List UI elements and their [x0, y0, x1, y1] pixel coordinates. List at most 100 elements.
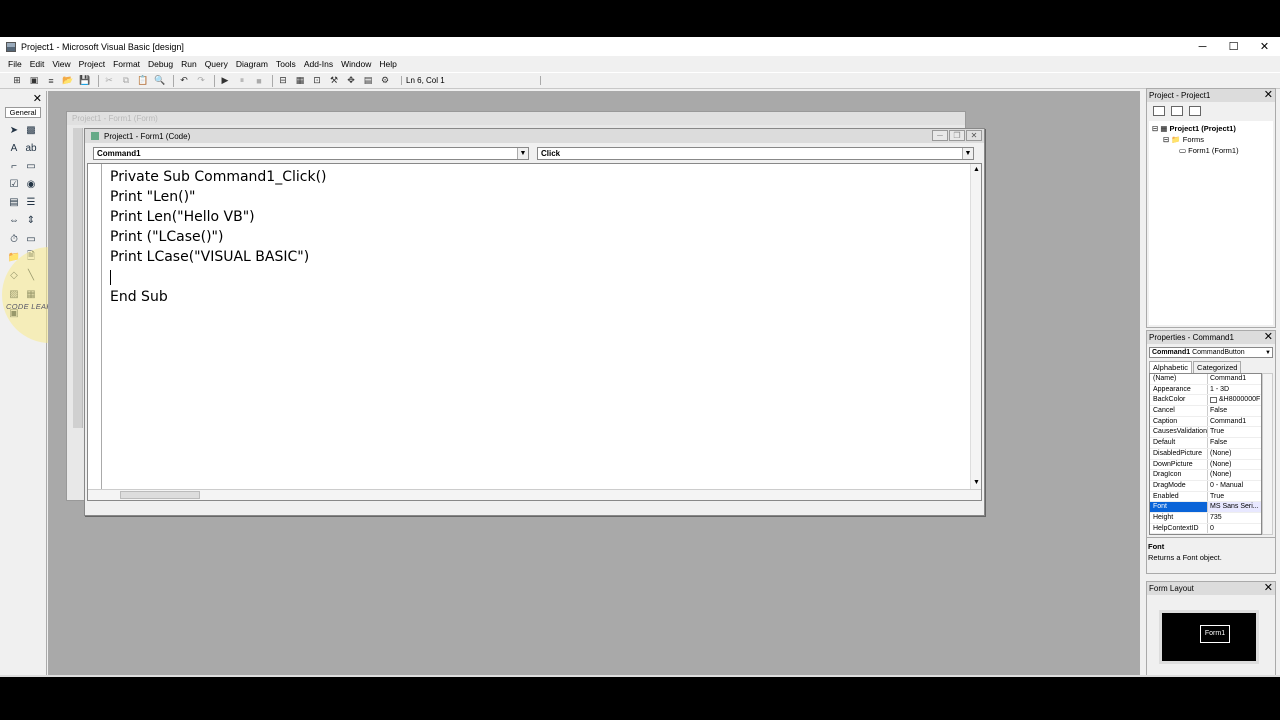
tree-item-form1[interactable]: ▭ Form1 (Form1) — [1179, 146, 1239, 155]
property-value[interactable]: (None) — [1208, 449, 1261, 459]
menu-project[interactable]: Project — [79, 59, 105, 69]
menu-diagram[interactable]: Diagram — [236, 59, 268, 69]
toolbox-close-icon[interactable]: ✕ — [33, 92, 42, 105]
open-project-icon[interactable]: 📂 — [61, 75, 75, 87]
form-window-title[interactable]: Project1 - Form1 (Form) — [67, 112, 965, 125]
minimize-button[interactable]: ─ — [1187, 37, 1218, 56]
scroll-down-icon[interactable]: ▼ — [973, 479, 980, 486]
project-explorer-icon[interactable]: ⊟ — [276, 75, 290, 87]
property-value[interactable]: 0 — [1208, 524, 1261, 534]
copy-icon[interactable]: ⧉ — [119, 75, 133, 87]
menu-file[interactable]: File — [8, 59, 22, 69]
property-row[interactable]: DragIcon (None) — [1150, 470, 1261, 481]
property-row[interactable]: Cancel False — [1150, 406, 1261, 417]
checkbox-tool-icon[interactable]: ☑ — [8, 178, 20, 190]
add-project-icon[interactable]: ⊞ — [10, 75, 24, 87]
menu-run[interactable]: Run — [181, 59, 197, 69]
code-close-icon[interactable]: ✕ — [966, 130, 982, 141]
timer-tool-icon[interactable]: ⏱ — [8, 233, 20, 245]
properties-window-icon[interactable]: ▦ — [293, 75, 307, 87]
properties-scrollbar[interactable] — [1262, 373, 1273, 535]
undo-icon[interactable]: ↶ — [177, 75, 191, 87]
property-value[interactable]: False — [1208, 438, 1261, 448]
property-value[interactable]: (None) — [1208, 470, 1261, 480]
code-text[interactable]: Private Sub Command1_Click() Print "Len(… — [110, 167, 327, 307]
menu-editor-icon[interactable]: ≡ — [44, 75, 58, 87]
close-icon[interactable]: ✕ — [1264, 89, 1273, 102]
menu-help[interactable]: Help — [379, 59, 396, 69]
property-row[interactable]: BackColor &H8000000F — [1150, 395, 1261, 407]
tree-item-forms[interactable]: ⊟ 📁 Forms — [1163, 135, 1204, 144]
property-row[interactable]: HelpContextID 0 — [1150, 523, 1261, 535]
property-row[interactable]: Height 735 — [1150, 512, 1261, 524]
hscrollbar-tool-icon[interactable]: ⇔ — [8, 214, 20, 226]
editor-horizontal-scrollbar[interactable] — [88, 489, 981, 500]
paste-icon[interactable]: 📋 — [136, 75, 150, 87]
frame-tool-icon[interactable]: ⌐ — [8, 160, 20, 172]
project-explorer-header[interactable]: Project - Project1 ✕ — [1147, 89, 1275, 102]
property-value[interactable]: True — [1208, 492, 1261, 502]
label-tool-icon[interactable]: A — [8, 142, 20, 154]
cut-icon[interactable]: ✂ — [102, 75, 116, 87]
toolbox-general-tab[interactable]: General — [5, 107, 41, 118]
commandbutton-tool-icon[interactable]: ▭ — [25, 160, 37, 172]
textbox-tool-icon[interactable]: ab — [25, 142, 37, 154]
save-project-icon[interactable]: 💾 — [78, 75, 92, 87]
close-icon[interactable]: ✕ — [1264, 582, 1273, 595]
property-value[interactable]: Command1 — [1208, 374, 1261, 384]
menu-edit[interactable]: Edit — [30, 59, 45, 69]
form-designer-body[interactable] — [73, 128, 83, 428]
property-row[interactable]: Font MS Sans Seri... — [1150, 502, 1261, 513]
start-icon[interactable]: ▶ — [218, 75, 232, 87]
property-row[interactable]: (Name) Command1 — [1150, 374, 1261, 385]
object-browser-icon[interactable]: ⚒ — [327, 75, 341, 87]
menu-add-ins[interactable]: Add-Ins — [304, 59, 333, 69]
vscrollbar-tool-icon[interactable]: ⇕ — [25, 214, 37, 226]
pointer-tool-icon[interactable]: ➤ — [8, 124, 20, 136]
code-window-titlebar[interactable]: Project1 - Form1 (Code) ─ ❐ ✕ — [85, 129, 984, 143]
code-restore-icon[interactable]: ❐ — [949, 130, 965, 141]
combobox-tool-icon[interactable]: ▤ — [8, 196, 20, 208]
editor-vertical-scrollbar[interactable]: ▲ ▼ — [970, 164, 981, 500]
code-line-cursor[interactable] — [110, 267, 327, 287]
code-line[interactable]: Private Sub Command1_Click() — [110, 167, 327, 187]
form-layout-header[interactable]: Form Layout ✕ — [1147, 582, 1275, 595]
editor-margin[interactable] — [88, 164, 102, 500]
close-icon[interactable]: ✕ — [1264, 331, 1273, 344]
property-value[interactable]: True — [1208, 427, 1261, 437]
toolbox-icon[interactable]: ✥ — [344, 75, 358, 87]
object-selector[interactable]: Command1 CommandButton ▼ — [1149, 347, 1273, 358]
break-icon[interactable]: ⏸ — [235, 75, 249, 87]
chevron-down-icon[interactable]: ▼ — [962, 148, 973, 159]
code-line[interactable]: Print LCase("VISUAL BASIC") — [110, 247, 327, 267]
code-line[interactable]: Print Len("Hello VB") — [110, 207, 327, 227]
menu-window[interactable]: Window — [341, 59, 371, 69]
property-value[interactable]: 0 - Manual — [1208, 481, 1261, 491]
properties-header[interactable]: Properties - Command1 ✕ — [1147, 331, 1275, 344]
menu-tools[interactable]: Tools — [276, 59, 296, 69]
property-row[interactable]: Appearance 1 - 3D — [1150, 384, 1261, 396]
drivelistbox-tool-icon[interactable]: ▭ — [25, 233, 37, 245]
optionbutton-tool-icon[interactable]: ◉ — [25, 178, 37, 190]
form-layout-icon[interactable]: ⊡ — [310, 75, 324, 87]
close-button[interactable]: ✕ — [1249, 37, 1280, 56]
listbox-tool-icon[interactable]: ☰ — [25, 196, 37, 208]
tree-item-project[interactable]: ⊟ ▦ Project1 (Project1) — [1152, 124, 1236, 133]
redo-icon[interactable]: ↷ — [194, 75, 208, 87]
toggle-folders-icon[interactable] — [1189, 106, 1201, 116]
property-value[interactable]: (None) — [1208, 460, 1261, 470]
data-view-icon[interactable]: ▤ — [361, 75, 375, 87]
end-icon[interactable]: ■ — [252, 75, 266, 87]
property-row[interactable]: Default False — [1150, 438, 1261, 449]
property-row[interactable]: DownPicture (None) — [1150, 459, 1261, 471]
object-combo[interactable]: Command1 ▼ — [93, 147, 529, 160]
menu-format[interactable]: Format — [113, 59, 140, 69]
layout-form-preview[interactable]: Form1 — [1200, 625, 1230, 643]
property-value[interactable]: MS Sans Seri... — [1208, 502, 1261, 512]
view-object-icon[interactable] — [1171, 106, 1183, 116]
property-value[interactable]: &H8000000F — [1208, 395, 1261, 405]
menu-view[interactable]: View — [52, 59, 70, 69]
property-row[interactable]: DragMode 0 - Manual — [1150, 480, 1261, 492]
code-line[interactable]: Print "Len()" — [110, 187, 327, 207]
scroll-thumb[interactable] — [120, 491, 200, 499]
